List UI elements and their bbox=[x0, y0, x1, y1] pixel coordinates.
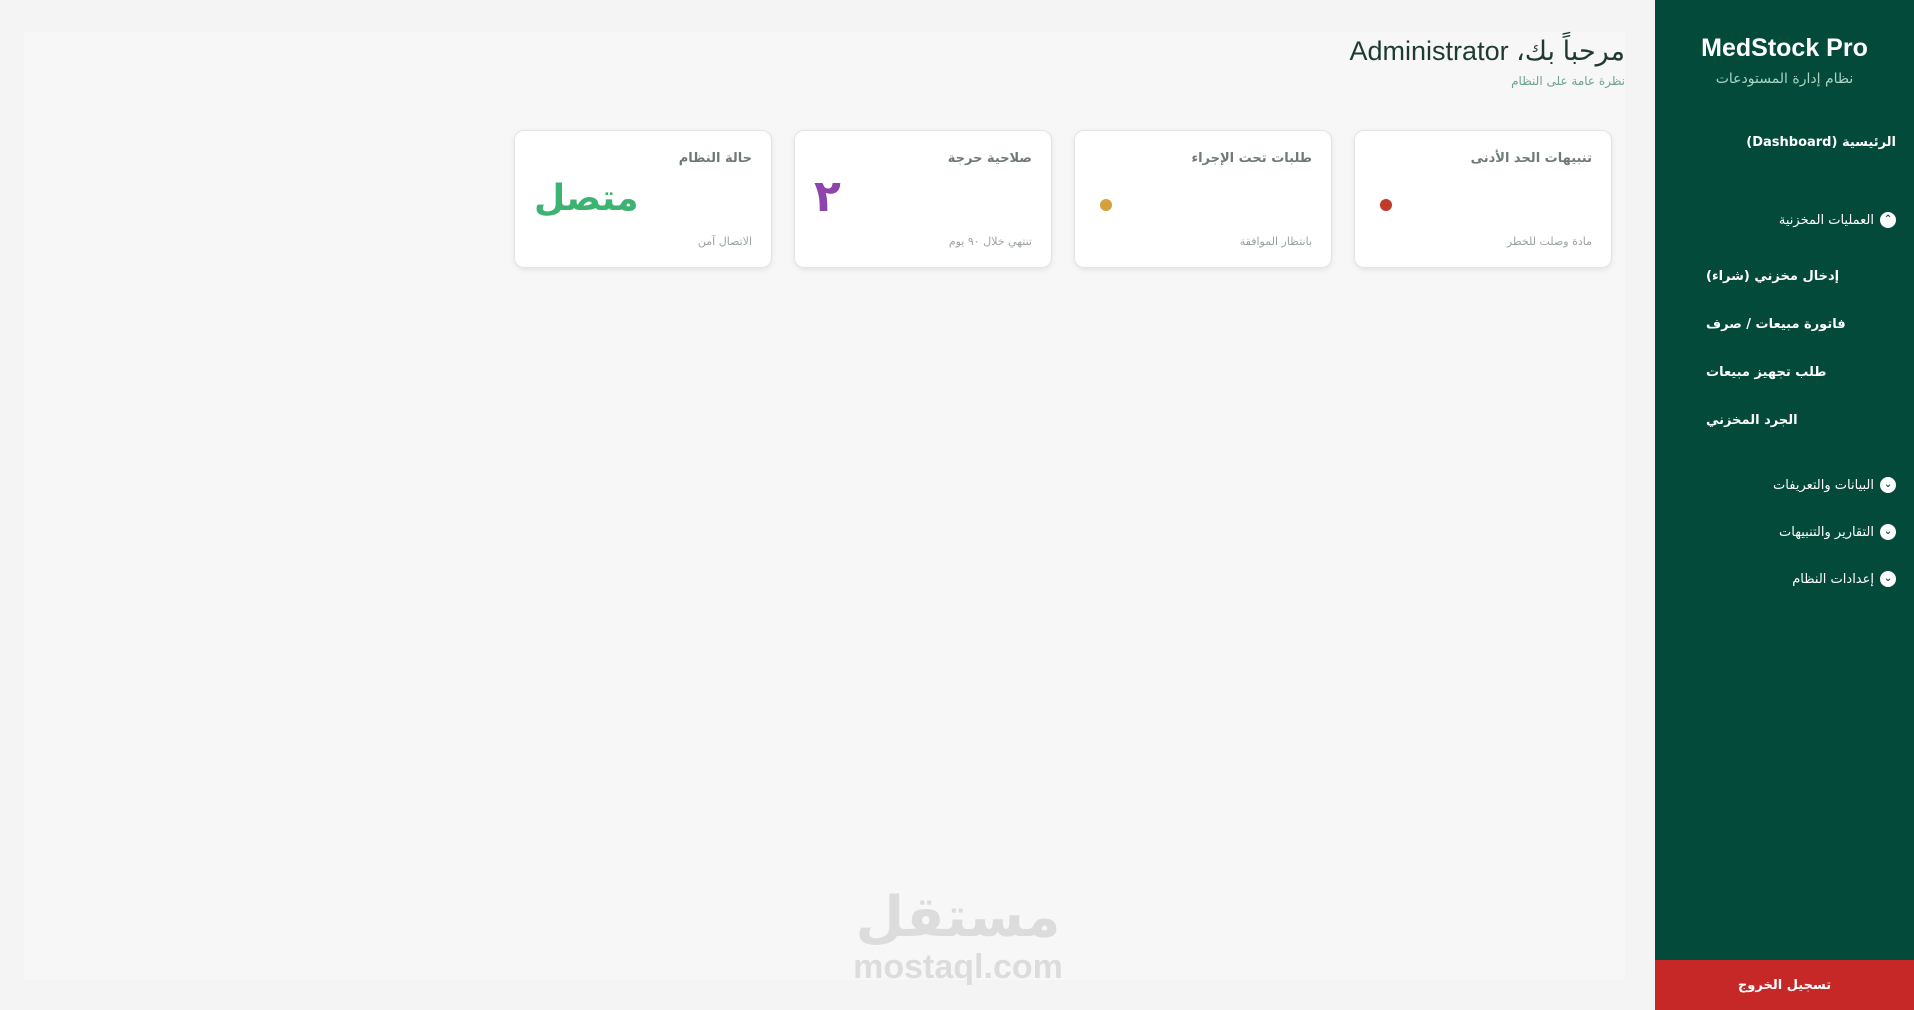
sidebar-section-data-definitions[interactable]: ⌄ البيانات والتعريفات bbox=[1773, 477, 1896, 493]
card-value: متصل bbox=[534, 178, 639, 219]
card-value: ٢ bbox=[814, 171, 841, 222]
sidebar-item-sales-preparation[interactable]: طلب تجهيز مبيعات bbox=[1706, 365, 1827, 380]
card-min-stock-alerts[interactable]: تنبيهات الحد الأدنى مادة وصلت للخطر bbox=[1354, 130, 1612, 268]
card-title: طلبات تحت الإجراء bbox=[1191, 151, 1312, 166]
card-note: الاتصال آمن bbox=[697, 235, 752, 248]
sidebar-item-stock-entry[interactable]: إدخال مخزني (شراء) bbox=[1706, 269, 1839, 284]
sidebar-section-label: إعدادات النظام bbox=[1792, 571, 1874, 587]
page-subtitle: نظرة عامة على النظام bbox=[1511, 74, 1625, 88]
card-note: بانتظار الموافقة bbox=[1239, 235, 1312, 248]
sidebar-section-system-settings[interactable]: ⌄ إعدادات النظام bbox=[1792, 571, 1896, 587]
brand-title: MedStock Pro bbox=[1701, 34, 1868, 62]
main-content: مرحباً بك، Administrator نظرة عامة على ا… bbox=[24, 32, 1625, 980]
sidebar-item-dashboard[interactable]: الرئيسية (Dashboard) bbox=[1746, 135, 1896, 150]
card-note: مادة وصلت للخطر bbox=[1506, 235, 1592, 248]
sidebar-item-label: الرئيسية (Dashboard) bbox=[1746, 135, 1896, 150]
chevron-down-icon: ⌄ bbox=[1880, 477, 1896, 493]
sidebar-item-inventory-count[interactable]: الجرد المخزني bbox=[1706, 413, 1798, 428]
sidebar-section-warehouse-operations[interactable]: ⌃ العمليات المخزنية bbox=[1779, 212, 1896, 228]
page-title: مرحباً بك، Administrator bbox=[1349, 36, 1625, 66]
sidebar-section-label: التقارير والتنبيهات bbox=[1779, 524, 1874, 540]
logout-button[interactable]: تسجيل الخروج bbox=[1655, 960, 1914, 1010]
chevron-down-icon: ⌄ bbox=[1880, 571, 1896, 587]
sidebar-section-label: البيانات والتعريفات bbox=[1773, 477, 1874, 493]
card-note: تنتهي خلال ٩٠ يوم bbox=[948, 235, 1032, 248]
card-title: صلاحية حرجة bbox=[947, 151, 1032, 166]
card-title: حالة النظام bbox=[678, 151, 752, 166]
brand-subtitle: نظام إدارة المستودعات bbox=[1715, 71, 1854, 87]
sidebar-section-reports-alerts[interactable]: ⌄ التقارير والتنبيهات bbox=[1779, 524, 1896, 540]
card-title: تنبيهات الحد الأدنى bbox=[1470, 151, 1592, 166]
card-pending-requests[interactable]: طلبات تحت الإجراء بانتظار الموافقة bbox=[1074, 130, 1332, 268]
alert-indicator-dot bbox=[1380, 199, 1392, 211]
sidebar-section-label: العمليات المخزنية bbox=[1778, 212, 1874, 228]
card-system-status[interactable]: حالة النظام متصل الاتصال آمن bbox=[514, 130, 772, 268]
chevron-down-icon: ⌄ bbox=[1880, 524, 1896, 540]
brand: MedStock Pro نظام إدارة المستودعات bbox=[1655, 34, 1914, 87]
card-critical-expiry[interactable]: صلاحية حرجة ٢ تنتهي خلال ٩٠ يوم bbox=[794, 130, 1052, 268]
sidebar: MedStock Pro نظام إدارة المستودعات الرئي… bbox=[1655, 0, 1914, 1010]
pending-indicator-dot bbox=[1100, 199, 1112, 211]
sidebar-item-sales-invoice[interactable]: فاتورة مبيعات / صرف bbox=[1706, 317, 1846, 332]
chevron-up-icon: ⌃ bbox=[1880, 212, 1896, 228]
